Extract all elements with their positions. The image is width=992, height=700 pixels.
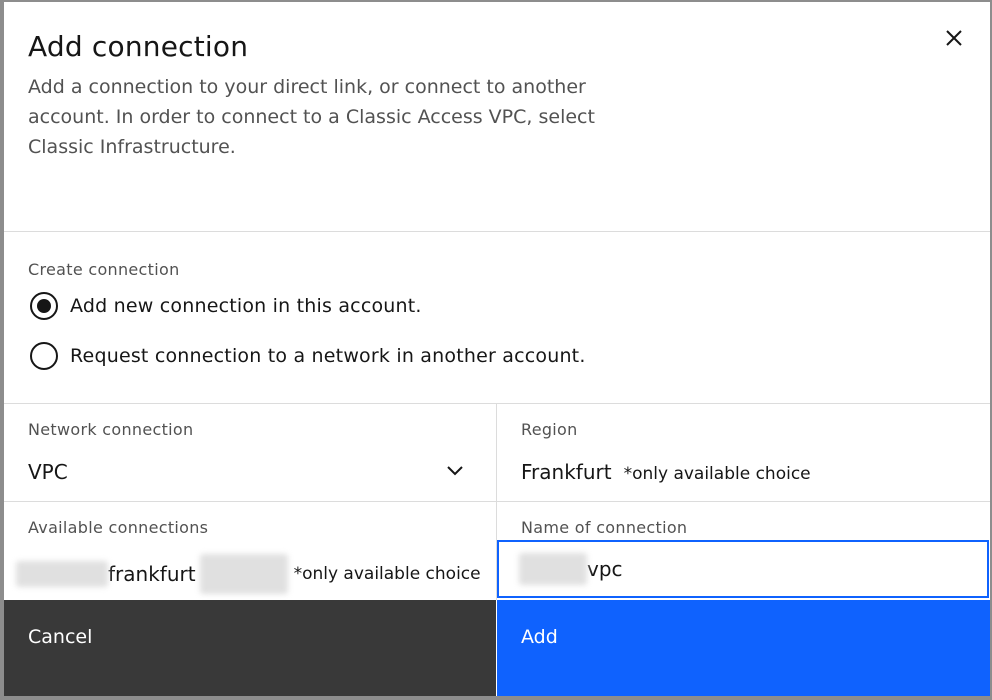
name-input-value: vpc (587, 557, 623, 581)
modal-header: Add connection Add a connection to your … (4, 2, 990, 232)
add-connection-modal: Add connection Add a connection to your … (4, 2, 990, 696)
radio-unselected-icon (30, 342, 58, 370)
cancel-button[interactable]: Cancel (4, 600, 496, 696)
modal-title: Add connection (28, 30, 249, 63)
radio-label: Request connection to a network in anoth… (70, 345, 586, 367)
available-connections-field: Available connections frankfurt *only av… (4, 502, 496, 600)
close-button[interactable] (936, 22, 972, 58)
region-value-row: Frankfurt *only available choice (521, 460, 811, 484)
modal-description: Add a connection to your direct link, or… (28, 76, 595, 158)
name-of-connection-input[interactable]: vpc (497, 540, 989, 598)
add-button[interactable]: Add (497, 600, 990, 696)
network-connection-select[interactable]: Network connection VPC (4, 404, 496, 502)
available-connections-label: Available connections (28, 518, 209, 537)
region-field: Region Frankfurt *only available choice (497, 404, 990, 502)
available-connections-value: frankfurt *only available choice (16, 554, 481, 594)
available-connection-text: frankfurt (108, 562, 196, 586)
radio-label: Add new connection in this account. (70, 295, 422, 317)
create-connection-label: Create connection (28, 260, 180, 279)
create-connection-section: Create connection Add new connection in … (4, 232, 990, 404)
name-of-connection-label: Name of connection (521, 518, 688, 537)
region-label: Region (521, 420, 578, 439)
network-connection-label: Network connection (28, 420, 194, 439)
redacted-text (16, 561, 108, 587)
network-connection-value: VPC (28, 460, 68, 484)
radio-request-connection[interactable]: Request connection to a network in anoth… (30, 342, 586, 370)
chevron-down-icon (446, 462, 464, 481)
modal-footer: Cancel Add (4, 600, 990, 696)
region-value: Frankfurt (521, 460, 612, 484)
name-of-connection-field: Name of connection (497, 502, 990, 540)
radio-selected-icon (30, 292, 58, 320)
redacted-text (199, 554, 288, 594)
available-connections-note: *only available choice (293, 564, 481, 584)
radio-add-new-connection[interactable]: Add new connection in this account. (30, 292, 422, 320)
region-note: *only available choice (623, 464, 811, 484)
redacted-text (519, 553, 587, 585)
close-icon (944, 28, 964, 52)
